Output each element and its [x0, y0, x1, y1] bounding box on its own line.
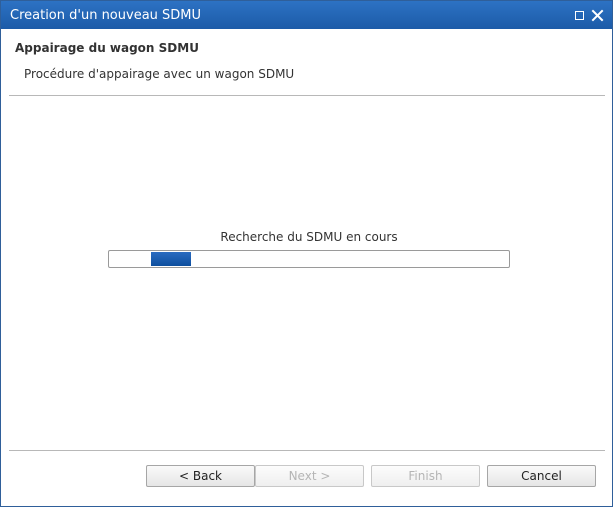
- progress-bar: [108, 250, 510, 268]
- back-button[interactable]: < Back: [146, 465, 255, 487]
- page-title: Appairage du wagon SDMU: [15, 41, 199, 55]
- wizard-header: Appairage du wagon SDMU Procédure d'appa…: [1, 29, 612, 95]
- maximize-icon[interactable]: [573, 9, 586, 22]
- footer-divider: [9, 450, 605, 451]
- header-divider: [9, 95, 605, 96]
- progress-indicator: [151, 252, 191, 266]
- page-description: Procédure d'appairage avec un wagon SDMU: [24, 67, 295, 81]
- cancel-button[interactable]: Cancel: [487, 465, 596, 487]
- wizard-dialog: Creation d'un nouveau SDMU Appairage du …: [0, 0, 613, 507]
- next-button[interactable]: Next >: [255, 465, 364, 487]
- close-icon[interactable]: [591, 9, 604, 22]
- status-label: Recherche du SDMU en cours: [220, 230, 398, 244]
- finish-button[interactable]: Finish: [371, 465, 480, 487]
- title-bar[interactable]: Creation d'un nouveau SDMU: [1, 1, 612, 29]
- window-title: Creation d'un nouveau SDMU: [10, 8, 202, 23]
